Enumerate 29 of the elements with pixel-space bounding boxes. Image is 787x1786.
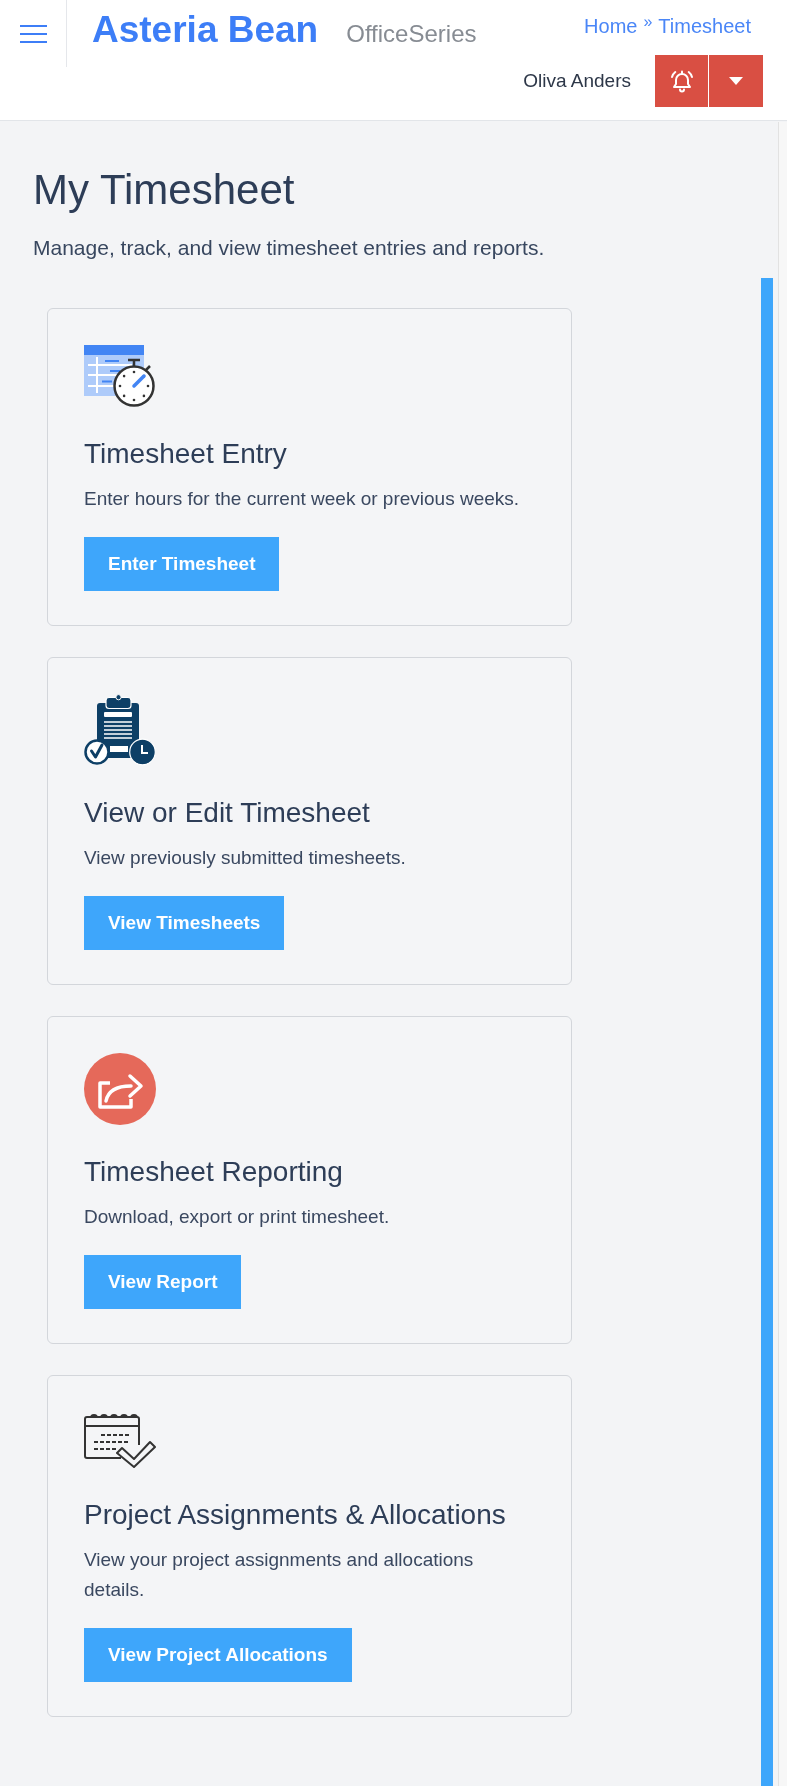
caret-icon: [729, 77, 743, 85]
menu-icon: [19, 24, 47, 43]
action-button[interactable]: View Timesheets: [84, 896, 285, 950]
calendar-check-icon: [84, 1412, 156, 1468]
notifications-button[interactable]: [655, 55, 708, 107]
breadcrumb-link[interactable]: Home: [584, 13, 638, 39]
action-button[interactable]: View Project Allocations: [84, 1628, 352, 1682]
card-title: Timesheet Entry: [84, 437, 287, 471]
menu-button[interactable]: [19, 24, 47, 43]
bell-icon: [669, 69, 694, 93]
product-name: OfficeSeries: [346, 19, 477, 49]
user-name: Oliva Anders: [523, 68, 631, 93]
page-title: My Timesheet: [33, 165, 295, 215]
card-description: Download, export or print timesheet.: [84, 1205, 390, 1229]
brand-name: Asteria Bean: [92, 8, 319, 52]
clipboard-check-clock-icon: [84, 694, 156, 766]
card-title: Project Assignments & Allocations: [84, 1498, 506, 1532]
card-description: View previously submitted timesheets.: [84, 846, 406, 870]
page-subtitle: Manage, track, and view timesheet entries and reports.: [33, 235, 545, 261]
breadcrumb-separator: »: [643, 13, 653, 31]
card-title: View or Edit Timesheet: [84, 796, 370, 830]
card-title: Timesheet Reporting: [84, 1155, 343, 1189]
action-button[interactable]: Enter Timesheet: [84, 537, 280, 591]
dropdown-button[interactable]: [709, 55, 763, 107]
card-description: View your project assignments and allocations details.: [84, 1548, 475, 1602]
spreadsheet-stopwatch-icon: [84, 345, 156, 407]
card-description: Enter hours for the current week or previous weeks.: [84, 487, 520, 511]
action-button[interactable]: View Report: [84, 1255, 242, 1309]
breadcrumb-link[interactable]: Timesheet: [658, 13, 751, 39]
